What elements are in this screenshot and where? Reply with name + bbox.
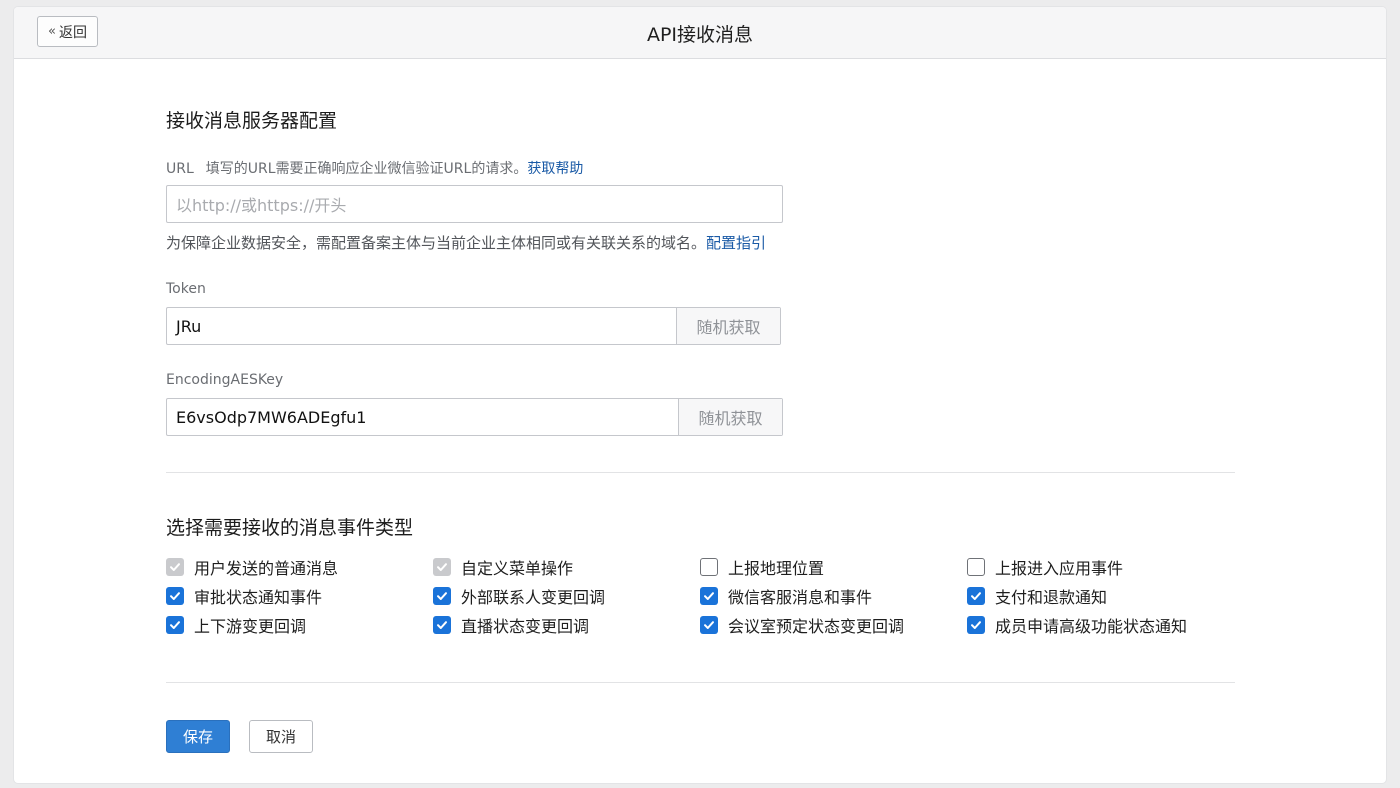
event-checkbox[interactable]: [700, 616, 718, 634]
events-title: 选择需要接收的消息事件类型: [166, 517, 414, 539]
event-checkbox-item[interactable]: 微信客服消息和事件: [700, 586, 967, 607]
cancel-button[interactable]: 取消: [249, 720, 313, 753]
event-checkbox-label: 微信客服消息和事件: [728, 588, 873, 607]
token-random-button[interactable]: 随机获取: [676, 308, 780, 344]
settings-card: « 返回 API接收消息 接收消息服务器配置 URL 填写的URL需要正确响应企业…: [14, 7, 1386, 783]
event-checkbox-item[interactable]: 上报进入应用事件: [967, 557, 1234, 578]
event-checkbox-label: 成员申请高级功能状态通知: [995, 617, 1188, 636]
event-checkbox-item[interactable]: 上下游变更回调: [166, 615, 433, 636]
event-checkbox-item[interactable]: 上报地理位置: [700, 557, 967, 578]
page-title: API接收消息: [646, 24, 754, 46]
url-label-row: URL 填写的URL需要正确响应企业微信验证URL的请求。获取帮助: [166, 158, 583, 178]
save-button[interactable]: 保存: [166, 720, 230, 753]
aeskey-random-button[interactable]: 随机获取: [678, 399, 782, 435]
event-checkbox-label: 上报地理位置: [728, 559, 825, 578]
event-checkbox-label: 直播状态变更回调: [461, 617, 590, 636]
event-checkbox-item[interactable]: 审批状态通知事件: [166, 586, 433, 607]
aeskey-value: E6vsOdp7MW6ADEgfu1: [176, 407, 367, 427]
event-checkbox[interactable]: [700, 558, 718, 576]
token-value: JRu: [176, 316, 202, 336]
security-note-text: 为保障企业数据安全，需配置备案主体与当前企业主体相同或有关联关系的域名。: [166, 234, 707, 252]
event-checkbox-label: 审批状态通知事件: [194, 588, 323, 607]
aeskey-label: EncodingAESKey: [166, 372, 284, 388]
event-checkbox[interactable]: [967, 587, 985, 605]
event-checkbox-label: 自定义菜单操作: [461, 559, 574, 578]
config-guide-link[interactable]: 配置指引: [706, 234, 766, 252]
event-checkbox[interactable]: [166, 587, 184, 605]
event-checkbox-label: 外部联系人变更回调: [461, 588, 606, 607]
url-input-placeholder: 以http://或https://开头: [176, 196, 347, 215]
event-checkbox: [166, 558, 184, 576]
event-checkbox-item[interactable]: 直播状态变更回调: [433, 615, 700, 636]
url-help-link[interactable]: 获取帮助: [527, 161, 583, 177]
event-checkbox[interactable]: [166, 616, 184, 634]
event-checkbox-label: 支付和退款通知: [995, 588, 1108, 607]
event-checkbox-label: 用户发送的普通消息: [194, 559, 339, 578]
section-divider: [166, 472, 1235, 473]
event-checkbox-label: 上报进入应用事件: [995, 559, 1124, 578]
event-checkbox-item[interactable]: 支付和退款通知: [967, 586, 1234, 607]
event-checkbox[interactable]: [433, 616, 451, 634]
url-label: URL: [166, 161, 194, 177]
event-checkbox[interactable]: [700, 587, 718, 605]
server-config-title: 接收消息服务器配置: [166, 110, 338, 132]
url-hint: 填写的URL需要正确响应企业微信验证URL的请求。: [205, 161, 528, 177]
event-checkbox-item[interactable]: 会议室预定状态变更回调: [700, 615, 967, 636]
event-checkbox-item[interactable]: 成员申请高级功能状态通知: [967, 615, 1234, 636]
footer-divider: [166, 682, 1235, 683]
event-checkbox-label: 会议室预定状态变更回调: [728, 617, 905, 636]
url-input[interactable]: 以http://或https://开头: [166, 185, 783, 223]
token-input[interactable]: JRu 随机获取: [166, 307, 781, 345]
event-checkbox-item[interactable]: 外部联系人变更回调: [433, 586, 700, 607]
event-checkbox[interactable]: [433, 587, 451, 605]
token-label: Token: [166, 281, 206, 297]
event-checkbox-item: 自定义菜单操作: [433, 557, 700, 578]
event-checkbox-grid: 用户发送的普通消息 自定义菜单操作 上报地理位置 上报进入应用事件审批状态通知事件 外部…: [166, 557, 1246, 636]
aeskey-input[interactable]: E6vsOdp7MW6ADEgfu1 随机获取: [166, 398, 783, 436]
event-checkbox[interactable]: [967, 558, 985, 576]
event-checkbox-item: 用户发送的普通消息: [166, 557, 433, 578]
top-bar: « 返回 API接收消息: [14, 7, 1386, 59]
event-checkbox-label: 上下游变更回调: [194, 617, 307, 636]
security-note: 为保障企业数据安全，需配置备案主体与当前企业主体相同或有关联关系的域名。配置指引: [166, 232, 766, 253]
event-checkbox[interactable]: [967, 616, 985, 634]
event-checkbox: [433, 558, 451, 576]
